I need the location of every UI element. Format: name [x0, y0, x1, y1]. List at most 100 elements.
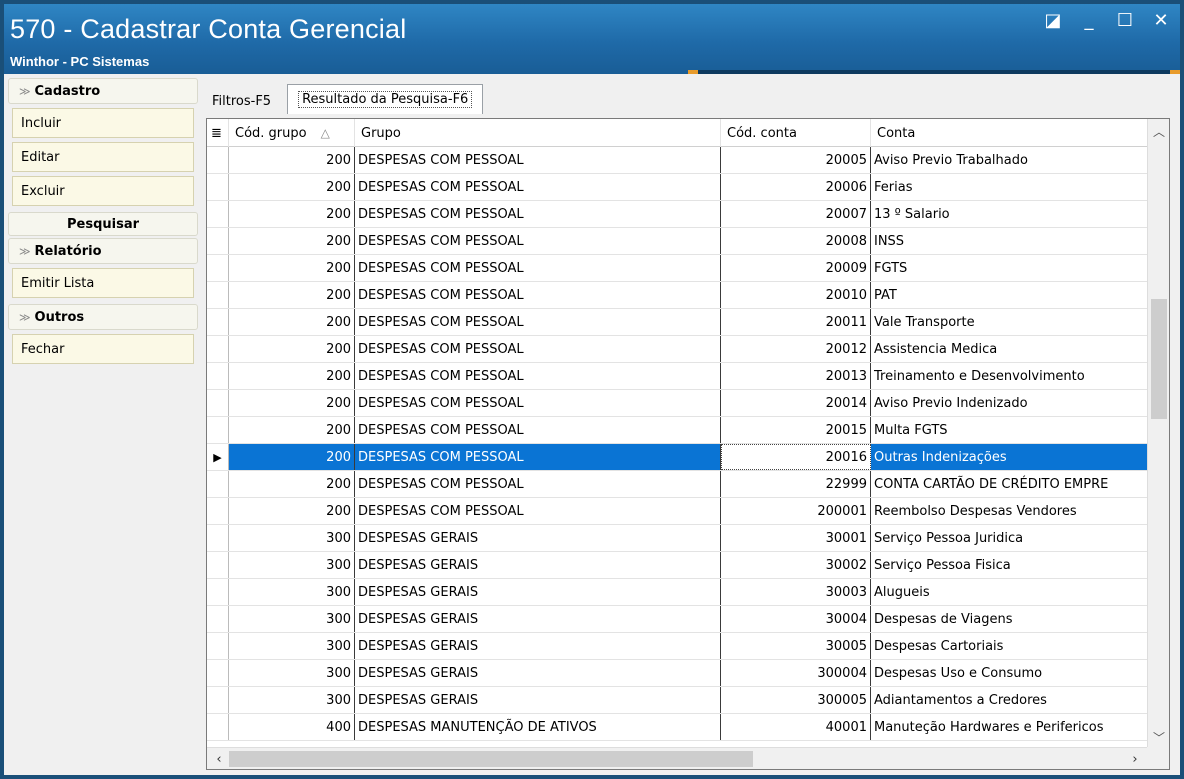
cell-cod-grupo[interactable]: 200: [229, 228, 355, 254]
column-chooser-icon[interactable]: ≣: [207, 119, 229, 147]
cell-cod-grupo[interactable]: 300: [229, 579, 355, 605]
cell-cod-conta[interactable]: 20008: [721, 228, 871, 254]
cell-conta[interactable]: Despesas de Viagens: [871, 606, 1147, 632]
cell-conta[interactable]: Reembolso Despesas Vendores: [871, 498, 1147, 524]
table-row[interactable]: 200 DESPESAS COM PESSOAL 20005 Aviso Previo…: [207, 147, 1147, 174]
table-row[interactable]: 300 DESPESAS GERAIS 30004 Despesas de Viage…: [207, 606, 1147, 633]
cell-conta[interactable]: Outras Indenizações: [871, 444, 1147, 470]
pesquisar-button[interactable]: Pesquisar: [8, 212, 198, 236]
cell-grupo[interactable]: DESPESAS MANUTENÇÃO DE ATIVOS: [355, 714, 721, 740]
table-row[interactable]: 300 DESPESAS GERAIS 30005 Despesas Cartoria…: [207, 633, 1147, 660]
table-row[interactable]: 200 DESPESAS COM PESSOAL 20009 FGTS: [207, 255, 1147, 282]
row-indicator[interactable]: [207, 174, 229, 200]
cell-conta[interactable]: INSS: [871, 228, 1147, 254]
cell-cod-conta[interactable]: 22999: [721, 471, 871, 497]
cell-grupo[interactable]: DESPESAS GERAIS: [355, 687, 721, 713]
cell-cod-grupo[interactable]: 300: [229, 552, 355, 578]
row-indicator[interactable]: [207, 498, 229, 524]
cell-conta[interactable]: Aviso Previo Trabalhado: [871, 147, 1147, 173]
cell-conta[interactable]: Aviso Previo Indenizado: [871, 390, 1147, 416]
row-indicator[interactable]: [207, 633, 229, 659]
group-outros[interactable]: ≫ Outros: [8, 304, 198, 330]
cell-cod-grupo[interactable]: 200: [229, 255, 355, 281]
table-row[interactable]: 300 DESPESAS GERAIS 300004 Despesas Uso e C…: [207, 660, 1147, 687]
cell-conta[interactable]: Ferias: [871, 174, 1147, 200]
cell-grupo[interactable]: DESPESAS COM PESSOAL: [355, 444, 721, 470]
cell-cod-conta[interactable]: 300005: [721, 687, 871, 713]
restore-icon[interactable]: ◪: [1044, 12, 1062, 30]
cell-grupo[interactable]: DESPESAS COM PESSOAL: [355, 417, 721, 443]
table-row[interactable]: 200 DESPESAS COM PESSOAL 20014 Aviso Previo…: [207, 390, 1147, 417]
cell-conta[interactable]: 13 º Salario: [871, 201, 1147, 227]
cell-cod-grupo[interactable]: 300: [229, 660, 355, 686]
excluir-button[interactable]: Excluir: [12, 176, 194, 206]
cell-cod-grupo[interactable]: 200: [229, 309, 355, 335]
emitir-lista-button[interactable]: Emitir Lista: [12, 268, 194, 298]
row-indicator[interactable]: [207, 525, 229, 551]
row-indicator[interactable]: [207, 714, 229, 740]
cell-cod-grupo[interactable]: 200: [229, 282, 355, 308]
table-row[interactable]: 200 DESPESAS COM PESSOAL 20006 Ferias: [207, 174, 1147, 201]
row-indicator[interactable]: [207, 417, 229, 443]
row-indicator[interactable]: [207, 336, 229, 362]
table-row[interactable]: 200 DESPESAS COM PESSOAL 20012 Assistencia …: [207, 336, 1147, 363]
row-indicator[interactable]: [207, 390, 229, 416]
row-indicator[interactable]: [207, 552, 229, 578]
table-row[interactable]: 200 DESPESAS COM PESSOAL 20015 Multa FGTS: [207, 417, 1147, 444]
cell-cod-grupo[interactable]: 200: [229, 174, 355, 200]
cell-grupo[interactable]: DESPESAS COM PESSOAL: [355, 147, 721, 173]
cell-grupo[interactable]: DESPESAS COM PESSOAL: [355, 201, 721, 227]
scroll-up-icon[interactable]: ︿: [1148, 121, 1169, 141]
cell-cod-conta[interactable]: 20006: [721, 174, 871, 200]
cell-conta[interactable]: Despesas Cartoriais: [871, 633, 1147, 659]
cell-cod-grupo[interactable]: 200: [229, 390, 355, 416]
table-row[interactable]: 200 DESPESAS COM PESSOAL 20010 PAT: [207, 282, 1147, 309]
cell-conta[interactable]: Adiantamentos a Credores: [871, 687, 1147, 713]
table-row[interactable]: 300 DESPESAS GERAIS 30002 Serviço Pessoa Fi…: [207, 552, 1147, 579]
cell-grupo[interactable]: DESPESAS GERAIS: [355, 579, 721, 605]
cell-conta[interactable]: Multa FGTS: [871, 417, 1147, 443]
table-row[interactable]: 200 DESPESAS COM PESSOAL 20008 INSS: [207, 228, 1147, 255]
cell-cod-conta[interactable]: 20009: [721, 255, 871, 281]
cell-cod-grupo[interactable]: 200: [229, 417, 355, 443]
cell-grupo[interactable]: DESPESAS COM PESSOAL: [355, 174, 721, 200]
cell-cod-grupo[interactable]: 200: [229, 444, 355, 470]
header-conta[interactable]: Conta: [871, 119, 1147, 147]
maximize-icon[interactable]: ☐: [1116, 12, 1134, 30]
cell-cod-conta[interactable]: 20005: [721, 147, 871, 173]
results-grid[interactable]: ≣ Cód. grupo △ Grupo Cód. conta Conta 20…: [206, 118, 1170, 770]
cell-cod-conta[interactable]: 20010: [721, 282, 871, 308]
horizontal-scrollbar[interactable]: ‹ ›: [207, 747, 1147, 769]
cell-cod-conta[interactable]: 20014: [721, 390, 871, 416]
cell-conta[interactable]: PAT: [871, 282, 1147, 308]
vertical-scroll-thumb[interactable]: [1151, 299, 1167, 419]
cell-grupo[interactable]: DESPESAS GERAIS: [355, 552, 721, 578]
cell-grupo[interactable]: DESPESAS GERAIS: [355, 525, 721, 551]
cell-cod-grupo[interactable]: 200: [229, 363, 355, 389]
row-indicator[interactable]: [207, 471, 229, 497]
group-relatorio[interactable]: ≫ Relatório: [8, 238, 198, 264]
cell-cod-conta[interactable]: 30004: [721, 606, 871, 632]
cell-cod-conta[interactable]: 40001: [721, 714, 871, 740]
editar-button[interactable]: Editar: [12, 142, 194, 172]
cell-grupo[interactable]: DESPESAS COM PESSOAL: [355, 336, 721, 362]
cell-conta[interactable]: Serviço Pessoa Juridica: [871, 525, 1147, 551]
cell-cod-grupo[interactable]: 400: [229, 714, 355, 740]
tab-resultado[interactable]: Resultado da Pesquisa-F6: [287, 84, 484, 114]
table-row[interactable]: 400 DESPESAS MANUTENÇÃO DE ATIVOS 40001 Man…: [207, 714, 1147, 741]
cell-conta[interactable]: Vale Transporte: [871, 309, 1147, 335]
cell-cod-conta[interactable]: 20013: [721, 363, 871, 389]
cell-cod-grupo[interactable]: 200: [229, 498, 355, 524]
vertical-scrollbar[interactable]: ︿ ﹀: [1147, 119, 1169, 749]
cell-conta[interactable]: Manuteção Hardwares e Perifericos: [871, 714, 1147, 740]
header-grupo[interactable]: Grupo: [355, 119, 721, 147]
cell-cod-grupo[interactable]: 200: [229, 471, 355, 497]
incluir-button[interactable]: Incluir: [12, 108, 194, 138]
scroll-right-icon[interactable]: ›: [1125, 748, 1145, 769]
row-indicator[interactable]: [207, 687, 229, 713]
row-indicator[interactable]: [207, 309, 229, 335]
close-icon[interactable]: ✕: [1152, 12, 1170, 30]
row-indicator[interactable]: [207, 606, 229, 632]
scroll-left-icon[interactable]: ‹: [209, 748, 229, 769]
cell-cod-conta[interactable]: 20007: [721, 201, 871, 227]
